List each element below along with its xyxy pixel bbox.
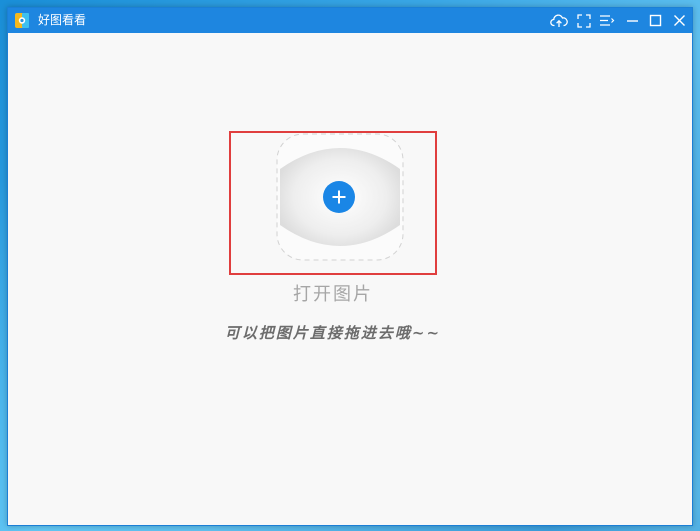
minimize-button[interactable] [622,11,642,30]
open-image-label[interactable]: 打开图片 [229,283,437,307]
app-logo-icon [15,13,29,28]
close-button[interactable] [669,11,689,30]
upload-cloud-icon [550,14,568,27]
menu-button[interactable] [597,11,617,30]
minimize-icon [626,20,638,22]
open-image-drop-zone[interactable] [229,131,437,275]
maximize-icon [649,14,661,27]
main-content: 打开图片 可以把图片直接拖进去哦~~ [8,33,692,525]
drag-drop-hint: 可以把图片直接拖进去哦~~ [224,324,442,342]
app-title: 好图看看 [38,13,87,27]
upload-cloud-button[interactable] [549,11,569,30]
maximize-button[interactable] [645,11,665,30]
menu-icon [600,15,615,26]
add-image-button[interactable] [323,181,355,213]
fullscreen-icon [577,13,591,28]
app-window: 好图看看 打开图片 可以把图片直接拖进去哦~~ [7,7,693,526]
titlebar[interactable]: 好图看看 [8,8,692,33]
close-icon [673,15,685,26]
fullscreen-button[interactable] [574,11,594,30]
plus-icon [332,190,346,204]
